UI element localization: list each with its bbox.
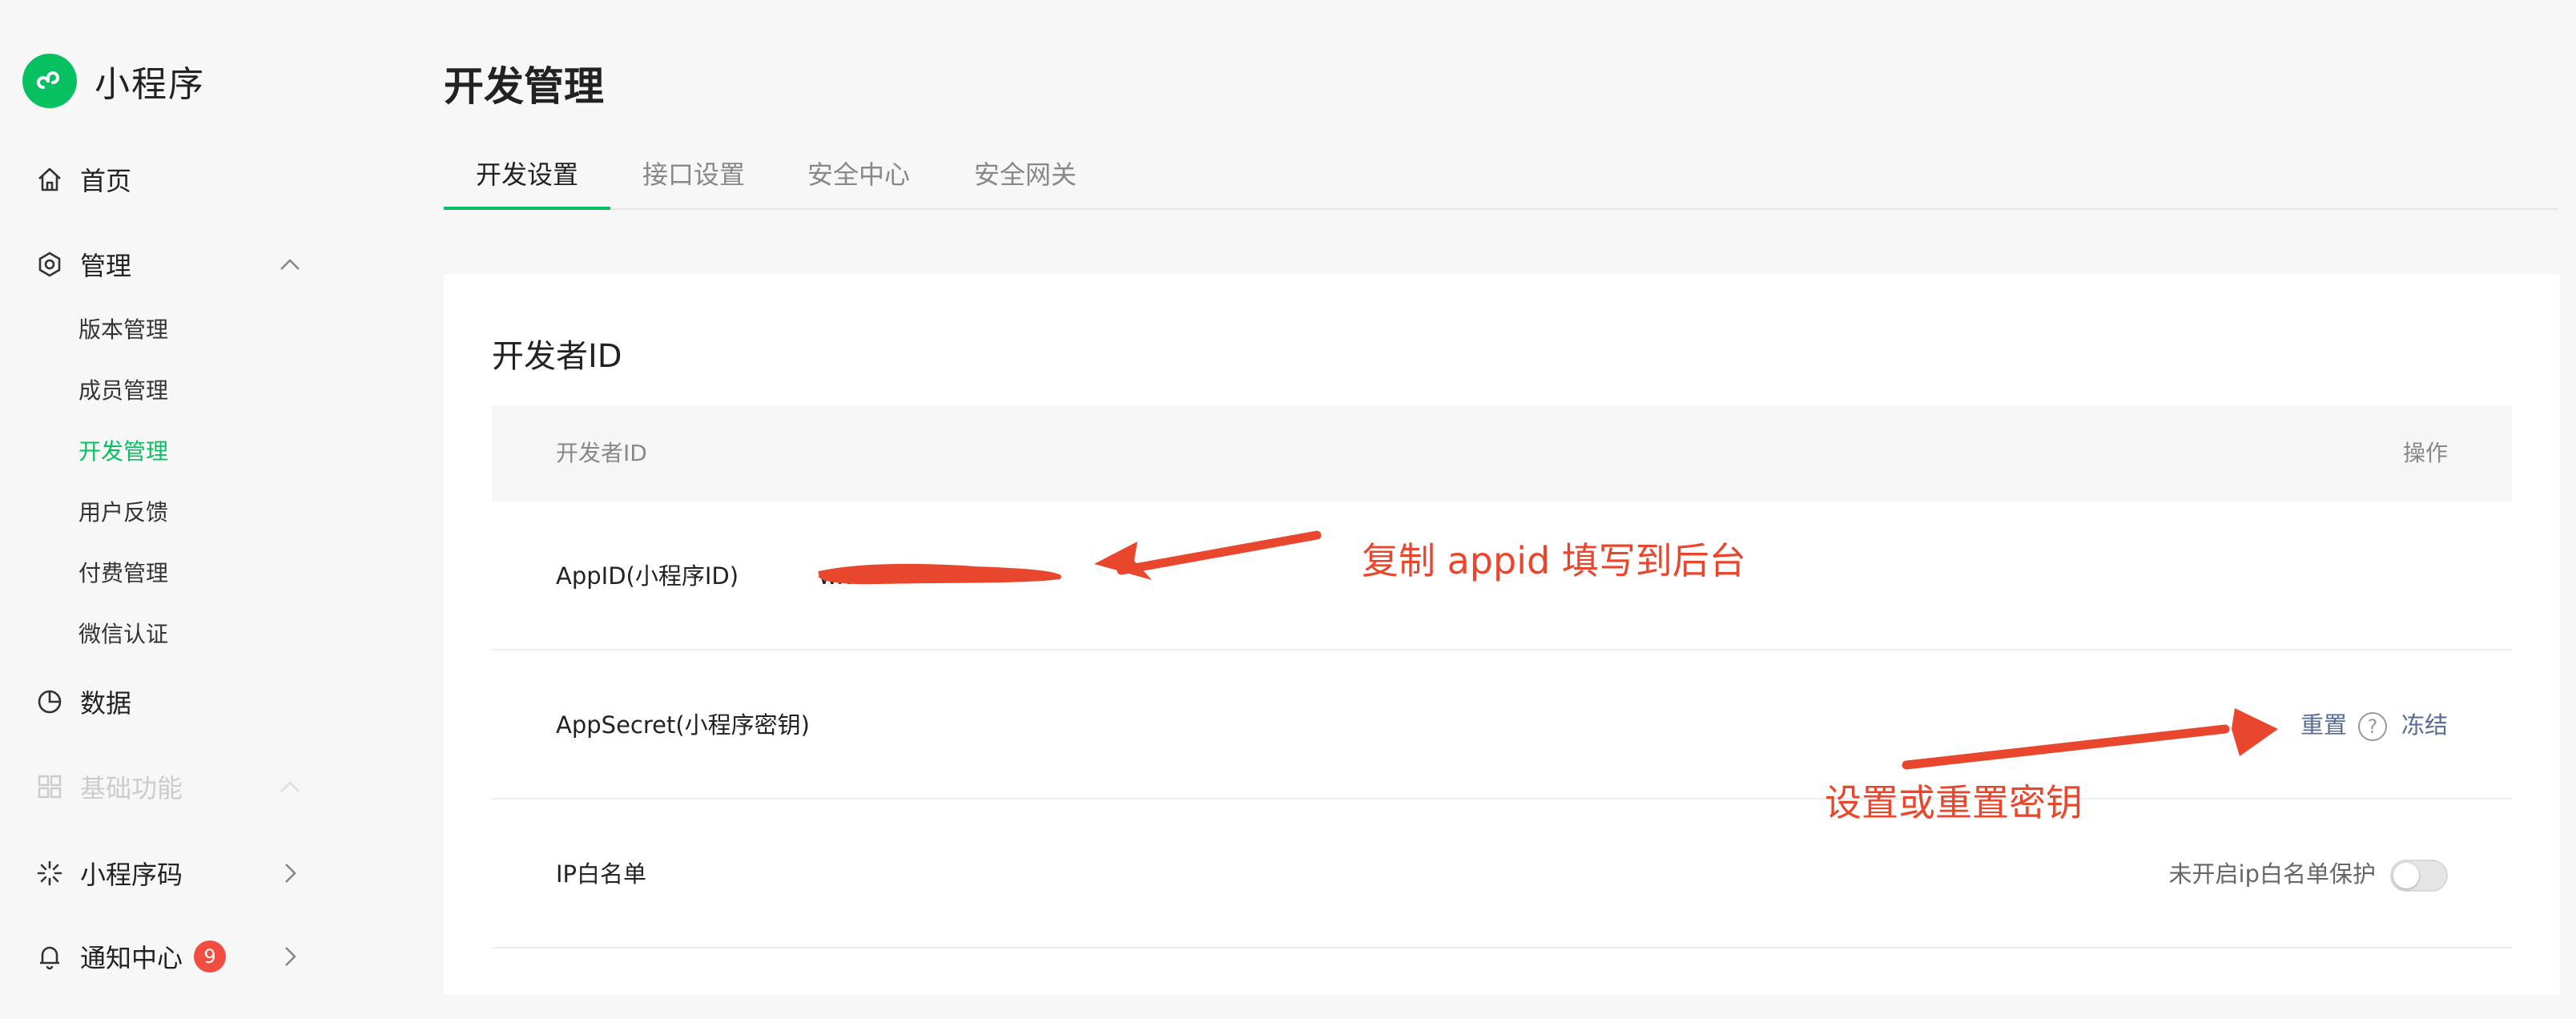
annotation-copy-appid: 复制 appid 填写到后台	[1362, 539, 1746, 582]
sidebar-subitem-payment[interactable]: 付费管理	[78, 556, 168, 591]
appid-label: AppID(小程序ID)	[556, 562, 739, 590]
sidebar-item-label: 小程序码	[80, 860, 183, 890]
section-title: 开发者ID	[492, 338, 622, 375]
sidebar-item-label: 管理	[80, 251, 132, 281]
table-header: 开发者ID 操作	[492, 405, 2512, 501]
help-question-icon[interactable]: ?	[2357, 712, 2387, 741]
column-header-actions: 操作	[2402, 440, 2448, 466]
pie-chart-icon	[34, 686, 66, 718]
chevron-up-icon[interactable]	[274, 771, 306, 803]
sidebar-item-label: 首页	[80, 166, 132, 196]
sidebar-subitem-version[interactable]: 版本管理	[78, 312, 168, 348]
page-title: 开发管理	[444, 63, 604, 110]
chevron-up-icon[interactable]	[274, 248, 306, 280]
appid-value[interactable]: wx	[818, 501, 1061, 650]
tab-dev-settings[interactable]: 开发设置	[444, 149, 611, 210]
sidebar-item-manage[interactable]: 管理	[34, 240, 306, 288]
sidebar-item-label: 通知中心	[80, 943, 183, 973]
developer-id-card: 开发者ID 开发者ID 操作 AppID(小程序ID) wx AppSecret…	[444, 274, 2560, 995]
tab-security-gateway[interactable]: 安全网关	[942, 149, 1109, 210]
sidebar: 小程序 首页 管理 版本管理 成员管理 开发管理 用户反馈 付费管理 微信认证 …	[0, 0, 352, 1019]
sidebar-item-qrcode[interactable]: 小程序码	[34, 849, 306, 897]
table-row-appsecret: AppSecret(小程序密钥) 重置? 冻结	[492, 650, 2512, 799]
bell-icon	[34, 940, 66, 973]
app-name: 小程序	[95, 64, 205, 105]
sidebar-item-basic[interactable]: 基础功能	[34, 763, 306, 811]
freeze-secret-link[interactable]: 冻结	[2401, 711, 2448, 739]
sidebar-subitem-dev[interactable]: 开发管理	[78, 434, 168, 469]
home-icon	[34, 163, 66, 195]
grid-apps-icon	[34, 771, 66, 803]
redaction-scribble	[818, 563, 1061, 585]
chevron-right-icon[interactable]	[274, 857, 306, 889]
sidebar-item-label: 基础功能	[80, 773, 183, 804]
chevron-right-icon[interactable]	[274, 940, 306, 973]
notification-count-badge: 9	[194, 940, 227, 973]
mini-program-code-icon	[34, 857, 66, 889]
sidebar-item-label: 数据	[80, 688, 132, 719]
sidebar-item-data[interactable]: 数据	[34, 678, 131, 726]
mini-program-logo-icon	[22, 54, 77, 108]
hexagon-settings-icon	[34, 248, 66, 280]
ip-whitelist-status: 未开启ip白名单保护	[2168, 860, 2376, 888]
appsecret-label: AppSecret(小程序密钥)	[556, 711, 810, 739]
ip-whitelist-control: 未开启ip白名单保护	[2169, 799, 2448, 949]
sidebar-item-home[interactable]: 首页	[34, 155, 131, 203]
tab-bar: 开发设置 接口设置 安全中心 安全网关	[444, 149, 2558, 210]
tab-security-center[interactable]: 安全中心	[775, 149, 942, 210]
app-logo[interactable]: 小程序	[22, 53, 205, 109]
tab-api-settings[interactable]: 接口设置	[610, 149, 777, 210]
sidebar-subitem-verify[interactable]: 微信认证	[78, 617, 168, 652]
appsecret-actions: 重置? 冻结	[2300, 650, 2448, 799]
ip-whitelist-toggle[interactable]	[2390, 860, 2448, 892]
column-header-id: 开发者ID	[556, 440, 647, 466]
sidebar-subitem-members[interactable]: 成员管理	[78, 373, 168, 409]
sidebar-subitem-feedback[interactable]: 用户反馈	[78, 495, 168, 530]
ip-whitelist-label: IP白名单	[556, 860, 647, 888]
annotation-reset-secret: 设置或重置密钥	[1825, 781, 2083, 824]
reset-secret-link[interactable]: 重置	[2300, 711, 2347, 739]
toggle-knob	[2393, 863, 2419, 888]
table-row-ip-whitelist: IP白名单 未开启ip白名单保护	[492, 799, 2512, 949]
sidebar-item-notify[interactable]: 通知中心 9	[34, 932, 306, 981]
